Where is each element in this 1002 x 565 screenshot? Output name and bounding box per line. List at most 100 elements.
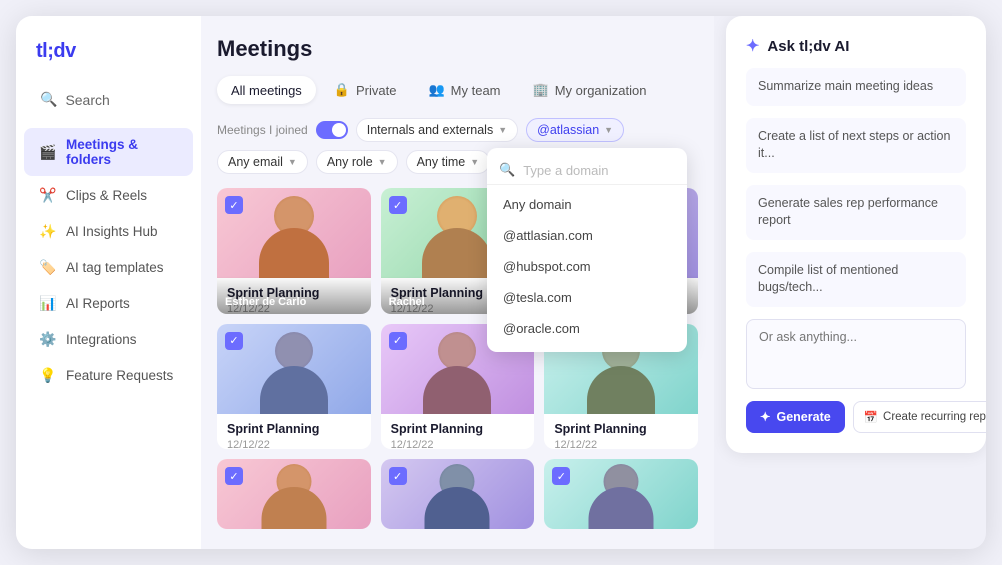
- ai-prompt-3[interactable]: Generate sales rep performance report: [746, 185, 966, 240]
- card-checkbox-9[interactable]: ✓: [552, 467, 570, 485]
- sidebar-item-ai-reports-label: AI Reports: [66, 296, 130, 311]
- sidebar-item-ai-insights[interactable]: ✨ AI Insights Hub: [24, 214, 193, 248]
- calendar-icon: 📅: [864, 410, 878, 424]
- tab-bar: All meetings 🔒 Private 👥 My team 🏢 My or…: [217, 76, 698, 104]
- generate-button[interactable]: ✦ Generate: [746, 401, 845, 433]
- card-checkbox-2[interactable]: ✓: [389, 196, 407, 214]
- domain-option-hubspot[interactable]: @hubspot.com: [487, 251, 687, 282]
- generate-sparkle-icon: ✦: [760, 409, 770, 424]
- card-title-6: Sprint Planning: [554, 422, 688, 436]
- search-label: Search: [65, 92, 109, 108]
- card-person-1: Esther de Carlo: [217, 276, 371, 314]
- domain-filter-chip[interactable]: @atlassian ▼: [526, 118, 624, 142]
- app-container: tl;dv 🔍 Search 🎬 Meetings & folders ✂️ C…: [16, 16, 986, 549]
- domain-option-any[interactable]: Any domain: [487, 189, 687, 220]
- email-filter-label: Any email: [228, 155, 283, 169]
- feature-requests-icon: 💡: [40, 367, 56, 383]
- sidebar-item-ai-tag[interactable]: 🏷️ AI tag templates: [24, 250, 193, 284]
- domain-search-box: 🔍: [487, 156, 687, 185]
- email-filter-chip[interactable]: Any email ▼: [217, 150, 308, 174]
- tab-my-org-label: My organization: [555, 83, 647, 98]
- time-filter-label: Any time: [417, 155, 466, 169]
- ai-reports-icon: 📊: [40, 295, 56, 311]
- domain-dropdown: 🔍 Any domain @attlasian.com @hubspot.com…: [487, 148, 687, 352]
- ai-prompt-2[interactable]: Create a list of next steps or action it…: [746, 118, 966, 173]
- domain-filter-label: @atlassian: [537, 123, 599, 137]
- time-filter-chip[interactable]: Any time ▼: [406, 150, 491, 174]
- meeting-card-4[interactable]: ✓ Sprint Planning 12/12/22 44min 47s: [217, 324, 371, 450]
- meeting-card-8[interactable]: ✓: [381, 459, 535, 529]
- ai-tag-icon: 🏷️: [40, 259, 56, 275]
- insights-panel: ✦ Ask tl;dv AI Summarize main meeting id…: [726, 16, 986, 453]
- sidebar-item-clips[interactable]: ✂️ Clips & Reels: [24, 178, 193, 212]
- search-button[interactable]: 🔍 Search: [24, 83, 193, 116]
- card-checkbox-8[interactable]: ✓: [389, 467, 407, 485]
- internals-filter-chip[interactable]: Internals and externals ▼: [356, 118, 518, 142]
- sidebar-item-meetings[interactable]: 🎬 Meetings & folders: [24, 128, 193, 176]
- joined-filter-label: Meetings I joined: [217, 123, 308, 137]
- domain-option-tesla[interactable]: @tesla.com: [487, 282, 687, 313]
- ai-insights-icon: ✨: [40, 223, 56, 239]
- chevron-down-icon: ▼: [288, 157, 297, 167]
- domain-option-oracle[interactable]: @oracle.com: [487, 313, 687, 344]
- domain-option-atlassian[interactable]: @attlasian.com: [487, 220, 687, 251]
- chevron-down-icon: ▼: [498, 125, 507, 135]
- generate-label: Generate: [776, 410, 830, 424]
- team-icon: 👥: [428, 82, 444, 98]
- ai-sparkle-icon: ✦: [746, 36, 759, 56]
- lock-icon: 🔒: [334, 82, 350, 98]
- sidebar-item-feature-requests-label: Feature Requests: [66, 368, 173, 383]
- tab-all-meetings-label: All meetings: [231, 83, 302, 98]
- insights-title: Ask tl;dv AI: [767, 38, 849, 55]
- insights-header: ✦ Ask tl;dv AI: [746, 36, 966, 56]
- meetings-icon: 🎬: [40, 144, 56, 160]
- card-checkbox-5[interactable]: ✓: [389, 332, 407, 350]
- internals-filter-label: Internals and externals: [367, 123, 493, 137]
- chevron-down-icon: ▼: [378, 157, 387, 167]
- card-title-4: Sprint Planning: [227, 422, 361, 436]
- sidebar-item-ai-tag-label: AI tag templates: [66, 260, 164, 275]
- main-content: Meetings All meetings 🔒 Private 👥 My tea…: [201, 16, 714, 549]
- clips-icon: ✂️: [40, 187, 56, 203]
- recurring-label: Create recurring report: [883, 411, 986, 423]
- sidebar-item-integrations[interactable]: ⚙️ Integrations: [24, 322, 193, 356]
- org-icon: 🏢: [533, 82, 549, 98]
- tab-my-team[interactable]: 👥 My team: [414, 76, 514, 104]
- tab-private[interactable]: 🔒 Private: [320, 76, 411, 104]
- ai-prompt-1[interactable]: Summarize main meeting ideas: [746, 68, 966, 106]
- sidebar-nav: 🎬 Meetings & folders ✂️ Clips & Reels ✨ …: [16, 128, 201, 392]
- page-title: Meetings: [217, 36, 698, 62]
- tab-my-team-label: My team: [451, 83, 501, 98]
- sidebar: tl;dv 🔍 Search 🎬 Meetings & folders ✂️ C…: [16, 16, 201, 549]
- domain-search-input[interactable]: [523, 163, 675, 178]
- ai-actions: ✦ Generate 📅 Create recurring report: [746, 401, 966, 433]
- create-recurring-button[interactable]: 📅 Create recurring report: [853, 401, 986, 433]
- meeting-card-9[interactable]: ✓: [544, 459, 698, 529]
- card-date-6: 12/12/22: [554, 439, 688, 450]
- ai-prompt-4[interactable]: Compile list of mentioned bugs/tech...: [746, 252, 966, 307]
- search-icon: 🔍: [499, 162, 515, 178]
- sidebar-item-ai-reports[interactable]: 📊 AI Reports: [24, 286, 193, 320]
- card-info-5: Sprint Planning 12/12/22 44min 47s: [381, 414, 535, 450]
- joined-toggle[interactable]: [316, 121, 348, 139]
- tab-my-organization[interactable]: 🏢 My organization: [519, 76, 661, 104]
- card-date-4: 12/12/22: [227, 439, 361, 450]
- card-info-4: Sprint Planning 12/12/22 44min 47s: [217, 414, 371, 450]
- card-checkbox-7[interactable]: ✓: [225, 467, 243, 485]
- card-checkbox-4[interactable]: ✓: [225, 332, 243, 350]
- card-checkbox-1[interactable]: ✓: [225, 196, 243, 214]
- sidebar-item-ai-insights-label: AI Insights Hub: [66, 224, 158, 239]
- search-icon: 🔍: [40, 91, 57, 108]
- tab-private-label: Private: [356, 83, 396, 98]
- chevron-down-icon: ▼: [470, 157, 479, 167]
- meeting-card-1[interactable]: ✓ Esther de Carlo Sprint Planning 12/12/…: [217, 188, 371, 314]
- ai-custom-input[interactable]: [746, 319, 966, 389]
- filter-bar: Meetings I joined Internals and external…: [217, 118, 698, 174]
- tab-all-meetings[interactable]: All meetings: [217, 76, 316, 104]
- chevron-down-icon: ▼: [604, 125, 613, 135]
- role-filter-chip[interactable]: Any role ▼: [316, 150, 398, 174]
- sidebar-item-feature-requests[interactable]: 💡 Feature Requests: [24, 358, 193, 392]
- sidebar-item-clips-label: Clips & Reels: [66, 188, 147, 203]
- meeting-card-7[interactable]: ✓: [217, 459, 371, 529]
- sidebar-item-meetings-label: Meetings & folders: [66, 137, 177, 167]
